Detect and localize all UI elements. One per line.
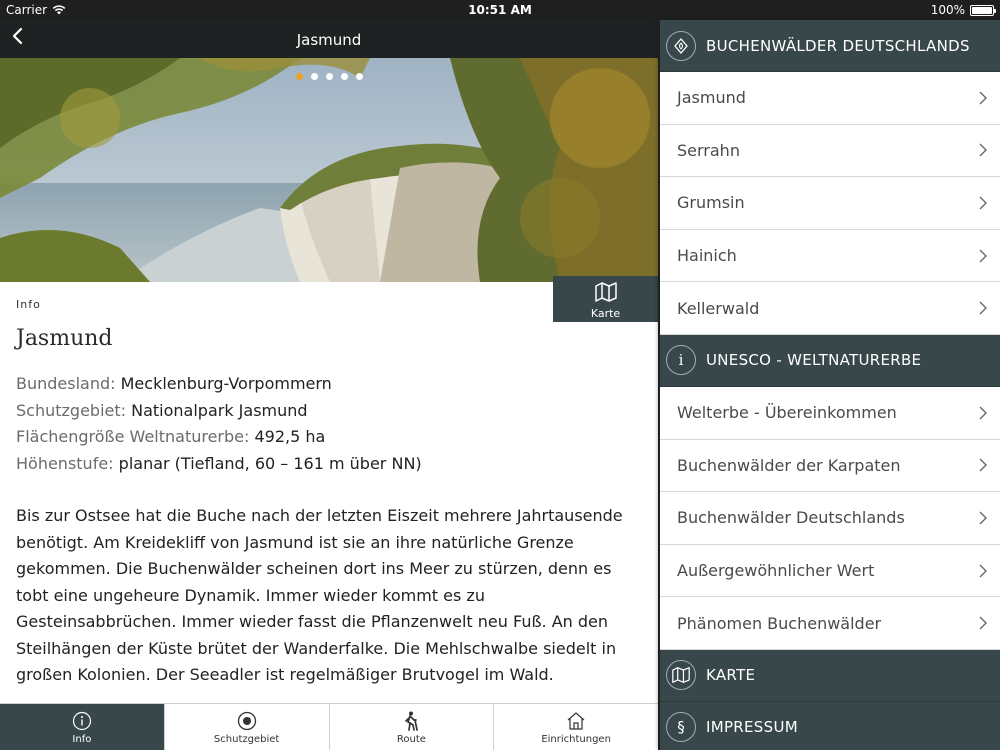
tab-info[interactable]: Info bbox=[0, 704, 164, 750]
forest-badge-icon bbox=[666, 30, 696, 61]
menu-item-label: Jasmund bbox=[677, 88, 746, 108]
menu-item[interactable]: Hainich bbox=[660, 229, 1000, 283]
fact-value: 492,5 ha bbox=[254, 427, 326, 446]
menu-item-label: Grumsin bbox=[677, 193, 745, 213]
menu-section-impressum[interactable]: § IMPRESSUM bbox=[660, 701, 1000, 750]
carousel-dot[interactable] bbox=[340, 73, 348, 80]
menu-item-label: Hainich bbox=[677, 246, 737, 266]
menu-item-label: Buchenwälder der Karpaten bbox=[677, 455, 901, 475]
tab-label: Einrichtungen bbox=[541, 734, 611, 745]
menu-item-label: Buchenwälder Deutschlands bbox=[677, 508, 905, 528]
place-title: Jasmund bbox=[16, 326, 113, 351]
back-chevron-icon[interactable] bbox=[6, 24, 30, 48]
carrier-indicator: Carrier bbox=[6, 3, 66, 17]
battery-percent: 100% bbox=[930, 3, 965, 17]
fact-value: Mecklenburg-Vorpommern bbox=[120, 374, 332, 393]
carousel-page-dots[interactable] bbox=[0, 73, 658, 80]
menu-item-label: Serrahn bbox=[677, 140, 740, 160]
target-icon bbox=[237, 711, 256, 731]
carrier-label: Carrier bbox=[6, 3, 48, 17]
tab-route[interactable]: Route bbox=[328, 704, 494, 750]
detail-pane: Jasmund Karte Info Jasmund Bundesland: M… bbox=[0, 20, 658, 750]
fact-key: Höhenstufe: bbox=[16, 453, 114, 473]
carousel-dot[interactable] bbox=[295, 73, 303, 80]
house-icon bbox=[567, 712, 585, 730]
bottom-tab-bar: Info Schutzgebiet Route Einrichtungen bbox=[0, 703, 658, 750]
info-icon bbox=[72, 711, 91, 731]
map-button-label: Karte bbox=[590, 307, 621, 320]
chevron-right-icon bbox=[979, 406, 987, 420]
facts-list: Bundesland: Mecklenburg-Vorpommern Schut… bbox=[16, 371, 422, 477]
map-button[interactable]: Karte bbox=[553, 276, 658, 322]
status-bar: Carrier 10:51 AM 100% bbox=[0, 0, 1000, 20]
menu-item[interactable]: Kellerwald bbox=[660, 282, 1000, 335]
menu-item[interactable]: Jasmund bbox=[660, 72, 1000, 125]
tab-label: Route bbox=[396, 734, 426, 745]
map-icon bbox=[594, 282, 617, 302]
hiker-icon bbox=[405, 711, 419, 731]
info-section-label: Info bbox=[16, 298, 41, 311]
hero-image-carousel[interactable] bbox=[0, 58, 658, 282]
cliff-coast-photo bbox=[0, 58, 658, 282]
menu-item-label: Kellerwald bbox=[677, 298, 760, 318]
battery-icon bbox=[970, 4, 996, 16]
tab-einrichtungen[interactable]: Einrichtungen bbox=[493, 704, 658, 750]
info-icon: i bbox=[666, 345, 696, 376]
fact-row: Schutzgebiet: Nationalpark Jasmund bbox=[16, 398, 422, 425]
chevron-right-icon bbox=[979, 196, 987, 210]
menu-item[interactable]: Grumsin bbox=[660, 177, 1000, 230]
chevron-right-icon bbox=[979, 143, 987, 157]
fact-key: Bundesland: bbox=[16, 374, 116, 393]
fact-key: Schutzgebiet: bbox=[16, 400, 127, 420]
menu-section-title: UNESCO - WELTNATURERBE bbox=[706, 351, 922, 370]
fact-value: planar (Tiefland, 60 – 161 m über NN) bbox=[118, 453, 422, 473]
fact-row: Höhenstufe: planar (Tiefland, 60 – 161 m… bbox=[16, 451, 422, 478]
menu-item[interactable]: Buchenwälder der Karpaten bbox=[660, 439, 1000, 493]
carousel-dot[interactable] bbox=[310, 73, 318, 80]
nav-title: Jasmund bbox=[296, 31, 362, 49]
chevron-right-icon bbox=[979, 564, 987, 578]
description-text: Bis zur Ostsee hat die Buche nach der le… bbox=[16, 506, 623, 684]
tab-label: Schutzgebiet bbox=[213, 734, 280, 745]
menu-section-karte[interactable]: KARTE bbox=[660, 649, 1000, 702]
fact-key: Flächengröße Weltnaturerbe: bbox=[16, 427, 250, 446]
menu-item[interactable]: Serrahn bbox=[660, 124, 1000, 178]
menu-section-buchenwaelder[interactable]: BUCHENWÄLDER DEUTSCHLANDS bbox=[660, 20, 1000, 72]
menu-section-unesco[interactable]: i UNESCO - WELTNATURERBE bbox=[660, 334, 1000, 387]
tab-label: Info bbox=[72, 734, 92, 745]
fact-value: Nationalpark Jasmund bbox=[131, 400, 308, 420]
menu-item[interactable]: Außergewöhnlicher Wert bbox=[660, 544, 1000, 598]
carousel-dot[interactable] bbox=[355, 73, 363, 80]
menu-item-label: Phänomen Buchenwälder bbox=[677, 613, 882, 633]
nav-bar: Jasmund bbox=[0, 20, 658, 58]
paragraph-icon: § bbox=[666, 712, 696, 743]
menu-section-title: IMPRESSUM bbox=[706, 718, 798, 737]
chevron-right-icon bbox=[979, 91, 987, 105]
chevron-right-icon bbox=[979, 616, 987, 630]
chevron-right-icon bbox=[979, 458, 987, 472]
menu-item-label: Außergewöhnlicher Wert bbox=[677, 561, 875, 581]
chevron-right-icon bbox=[979, 301, 987, 315]
battery-indicator: 100% bbox=[930, 3, 996, 17]
menu-item-label: Welterbe - Übereinkommen bbox=[677, 403, 897, 423]
status-time: 10:51 AM bbox=[468, 3, 532, 17]
fact-row: Flächengröße Weltnaturerbe: 492,5 ha bbox=[16, 424, 422, 451]
chevron-right-icon bbox=[979, 249, 987, 263]
side-menu: BUCHENWÄLDER DEUTSCHLANDS Jasmund Serrahn… bbox=[660, 20, 1000, 750]
menu-item[interactable]: Buchenwälder Deutschlands bbox=[660, 492, 1000, 545]
wifi-icon bbox=[52, 5, 66, 15]
menu-section-title: BUCHENWÄLDER DEUTSCHLANDS bbox=[706, 36, 970, 55]
chevron-right-icon bbox=[979, 511, 987, 525]
menu-item[interactable]: Phänomen Buchenwälder bbox=[660, 597, 1000, 650]
tab-schutzgebiet[interactable]: Schutzgebiet bbox=[163, 704, 329, 750]
menu-item[interactable]: Welterbe - Übereinkommen bbox=[660, 386, 1000, 440]
carousel-dot[interactable] bbox=[325, 73, 333, 80]
map-icon bbox=[666, 660, 696, 691]
fact-row: Bundesland: Mecklenburg-Vorpommern bbox=[16, 371, 422, 398]
menu-section-title: KARTE bbox=[706, 666, 756, 685]
